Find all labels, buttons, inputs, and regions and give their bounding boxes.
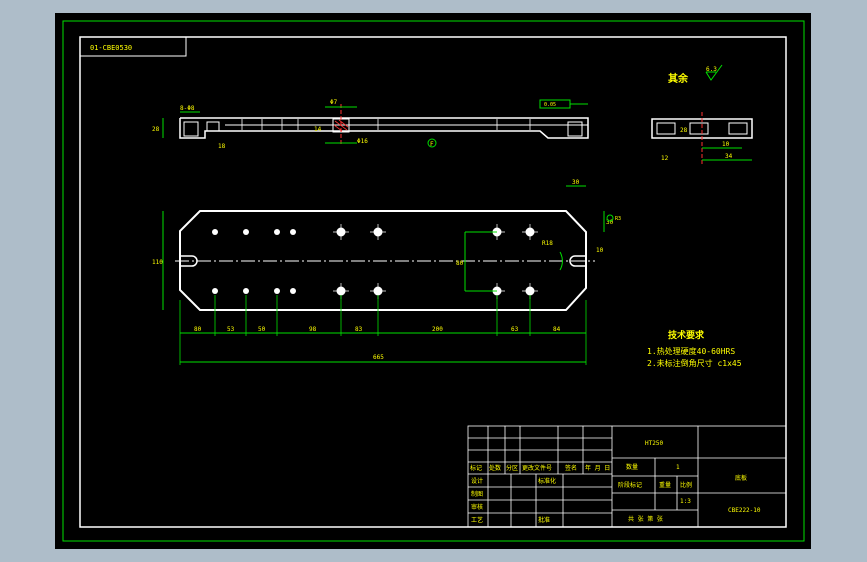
tb-material: HT250 (645, 440, 663, 447)
tb-row-label-1: 处数 (489, 464, 501, 472)
tb-row-label-0: 标记 (470, 464, 482, 472)
drawing-number-tag: 01-CBE0530 (90, 44, 132, 52)
tb-scale-value: 1:3 (680, 498, 691, 505)
front-hole-top-label: Φ7 (330, 99, 338, 106)
plan-top-chamfer-label: 30 (572, 179, 580, 186)
tb-qty-label: 数量 (626, 463, 638, 471)
front-hole-small-label: 14 (314, 126, 322, 133)
plan-height-label: 110 (152, 259, 163, 266)
tb-left-label-2: 审核 (471, 503, 483, 511)
tb-row-label-5: 年 月 日 (585, 464, 610, 472)
tb-row-label-3: 更改文件号 (522, 464, 552, 472)
plan-bottom-dim-5: 200 (432, 326, 443, 333)
plan-bottom-dim-7: 84 (553, 326, 561, 333)
tb-std-label: 标准化 (538, 477, 556, 485)
tech-req-title: 技术要求 (668, 329, 705, 341)
tb-row-label-4: 签名 (565, 464, 577, 472)
plan-bottom-dim-6: 63 (511, 326, 519, 333)
tb-approve-label: 批准 (538, 516, 550, 524)
tb-mark-label: 阶段标记 (618, 481, 642, 489)
plan-bottom-dim-1: 53 (227, 326, 235, 333)
front-inner-height-label: 18 (218, 143, 226, 150)
cad-drawing-canvas[interactable]: 01-CBE0530 其余 6.3 28 8-Φ8 18 Φ7 14 Φ16 0… (0, 0, 867, 562)
tb-left-label-0: 设计 (471, 477, 483, 485)
tb-row-label-2: 分区 (506, 464, 518, 472)
side-height-label: 28 (680, 127, 688, 134)
plan-bottom-dim-3: 98 (309, 326, 317, 333)
tb-qty-value: 1 (676, 464, 680, 471)
tb-part-name: 底板 (735, 474, 747, 482)
plan-bottom-dim-4: 83 (355, 326, 363, 333)
datum-label: F (430, 141, 434, 148)
tb-sheet-label: 共 张 第 张 (628, 515, 663, 523)
tb-left-label-3: 工艺 (471, 516, 483, 524)
tech-req-item-1: 1.热处理硬度40-60HRS (647, 346, 735, 356)
plan-overall-label: 665 (373, 354, 384, 361)
tb-drawing-no: CBE222-10 (728, 507, 761, 514)
front-hole-bottom-label: Φ16 (357, 138, 368, 145)
plan-notch-label: R3 (615, 216, 621, 222)
side-width1-label: 10 (722, 141, 730, 148)
plan-arc-label: R18 (542, 240, 553, 247)
plan-inner-height-label: 80 (456, 260, 464, 267)
tb-left-label-1: 制图 (471, 490, 483, 498)
plan-bottom-dim-0: 80 (194, 326, 202, 333)
plan-right-small-label: 10 (596, 247, 604, 254)
tech-req-item-2: 2.未标注倒角尺寸 c1x45 (647, 358, 742, 368)
plan-bottom-dim-2: 50 (258, 326, 266, 333)
tb-scale-label: 比例 (680, 481, 692, 489)
front-left-hole-label: 8-Φ8 (180, 105, 195, 112)
side-inner-label: 12 (661, 155, 669, 162)
roughness-label: 其余 (668, 72, 689, 85)
front-height-label: 28 (152, 126, 160, 133)
tb-weight-label: 重量 (659, 481, 671, 489)
side-width2-label: 34 (725, 153, 733, 160)
tolerance-label: 0.05 (544, 102, 556, 108)
